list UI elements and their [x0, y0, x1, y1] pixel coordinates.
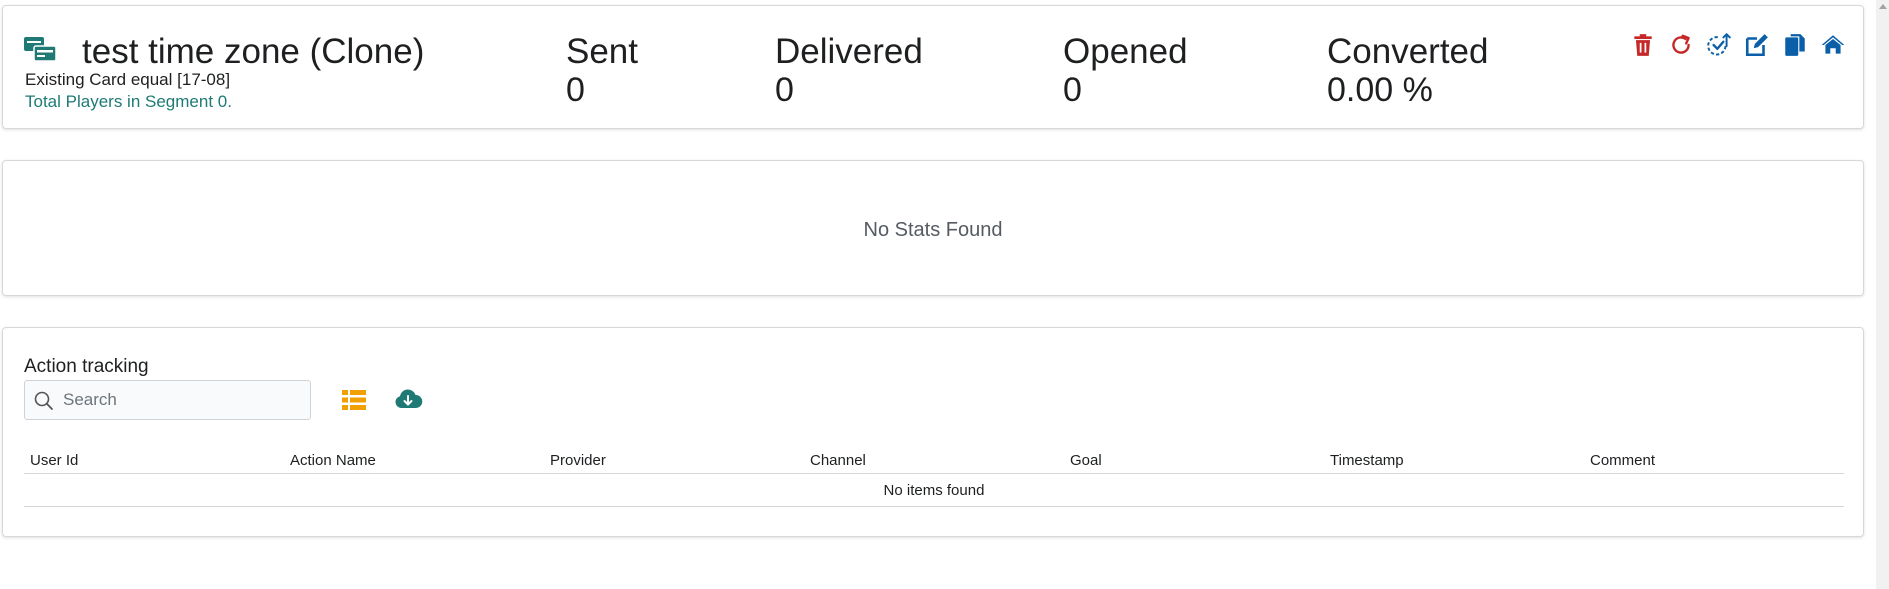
page-scrollbar[interactable]	[1876, 0, 1889, 589]
stat-opened: Opened 0	[1063, 32, 1188, 108]
action-tracking-table: User Id Action Name Provider Channel Goa…	[24, 448, 1844, 507]
trash-icon	[1634, 34, 1652, 56]
search-box	[24, 380, 311, 420]
copy-button[interactable]	[1780, 28, 1810, 62]
stat-value: 0	[775, 71, 794, 109]
scroll-up-arrow-icon[interactable]	[1879, 4, 1887, 9]
home-button[interactable]	[1818, 28, 1848, 62]
campaign-title: test time zone (Clone)	[82, 32, 425, 71]
segment-description: Existing Card equal [17-08]	[25, 70, 231, 89]
delete-button[interactable]	[1628, 28, 1658, 62]
list-view-icon	[342, 390, 366, 410]
list-view-button[interactable]	[339, 386, 369, 414]
column-header-action-name[interactable]: Action Name	[290, 452, 376, 469]
edit-button[interactable]	[1742, 28, 1772, 62]
campaign-header-card: test time zone (Clone) Existing Card equ…	[2, 5, 1864, 129]
stat-value: 0.00 %	[1327, 71, 1433, 109]
table-header: User Id Action Name Provider Channel Goa…	[24, 448, 1844, 474]
empty-table-message: No items found	[24, 474, 1844, 507]
home-icon	[1821, 35, 1845, 54]
stat-label: Delivered	[775, 32, 923, 71]
column-header-provider[interactable]: Provider	[550, 452, 606, 469]
download-button[interactable]	[393, 386, 423, 414]
approve-button[interactable]	[1704, 28, 1734, 62]
search-icon	[34, 391, 53, 410]
segment-players-link[interactable]: Total Players in Segment 0.	[25, 92, 232, 112]
refresh-icon	[1672, 34, 1690, 54]
campaign-cards-icon	[23, 34, 57, 64]
approve-check-icon	[1707, 33, 1731, 56]
copy-icon	[1785, 34, 1805, 56]
stat-sent: Sent 0	[566, 32, 638, 108]
search-input[interactable]	[63, 381, 303, 419]
refresh-button[interactable]	[1666, 28, 1696, 62]
stat-label: Converted	[1327, 32, 1489, 71]
stat-value: 0	[1063, 71, 1082, 109]
column-header-user-id[interactable]: User Id	[30, 452, 78, 469]
cloud-download-icon	[395, 389, 423, 408]
column-header-goal[interactable]: Goal	[1070, 452, 1102, 469]
stat-label: Sent	[566, 32, 638, 71]
stats-panel: No Stats Found	[2, 160, 1864, 296]
stat-value: 0	[566, 71, 585, 109]
campaign-action-toolbar	[1628, 28, 1868, 62]
action-tracking-panel: Action tracking User Id Action Name Prov…	[2, 327, 1864, 537]
stat-converted: Converted 0.00 %	[1327, 32, 1488, 108]
stat-delivered: Delivered 0	[775, 32, 923, 108]
column-header-comment[interactable]: Comment	[1590, 452, 1655, 469]
column-header-channel[interactable]: Channel	[810, 452, 866, 469]
column-header-timestamp[interactable]: Timestamp	[1330, 452, 1404, 469]
edit-icon	[1745, 34, 1768, 57]
section-title: Action tracking	[24, 356, 149, 377]
stat-label: Opened	[1063, 32, 1188, 71]
no-stats-message: No Stats Found	[863, 219, 1003, 241]
